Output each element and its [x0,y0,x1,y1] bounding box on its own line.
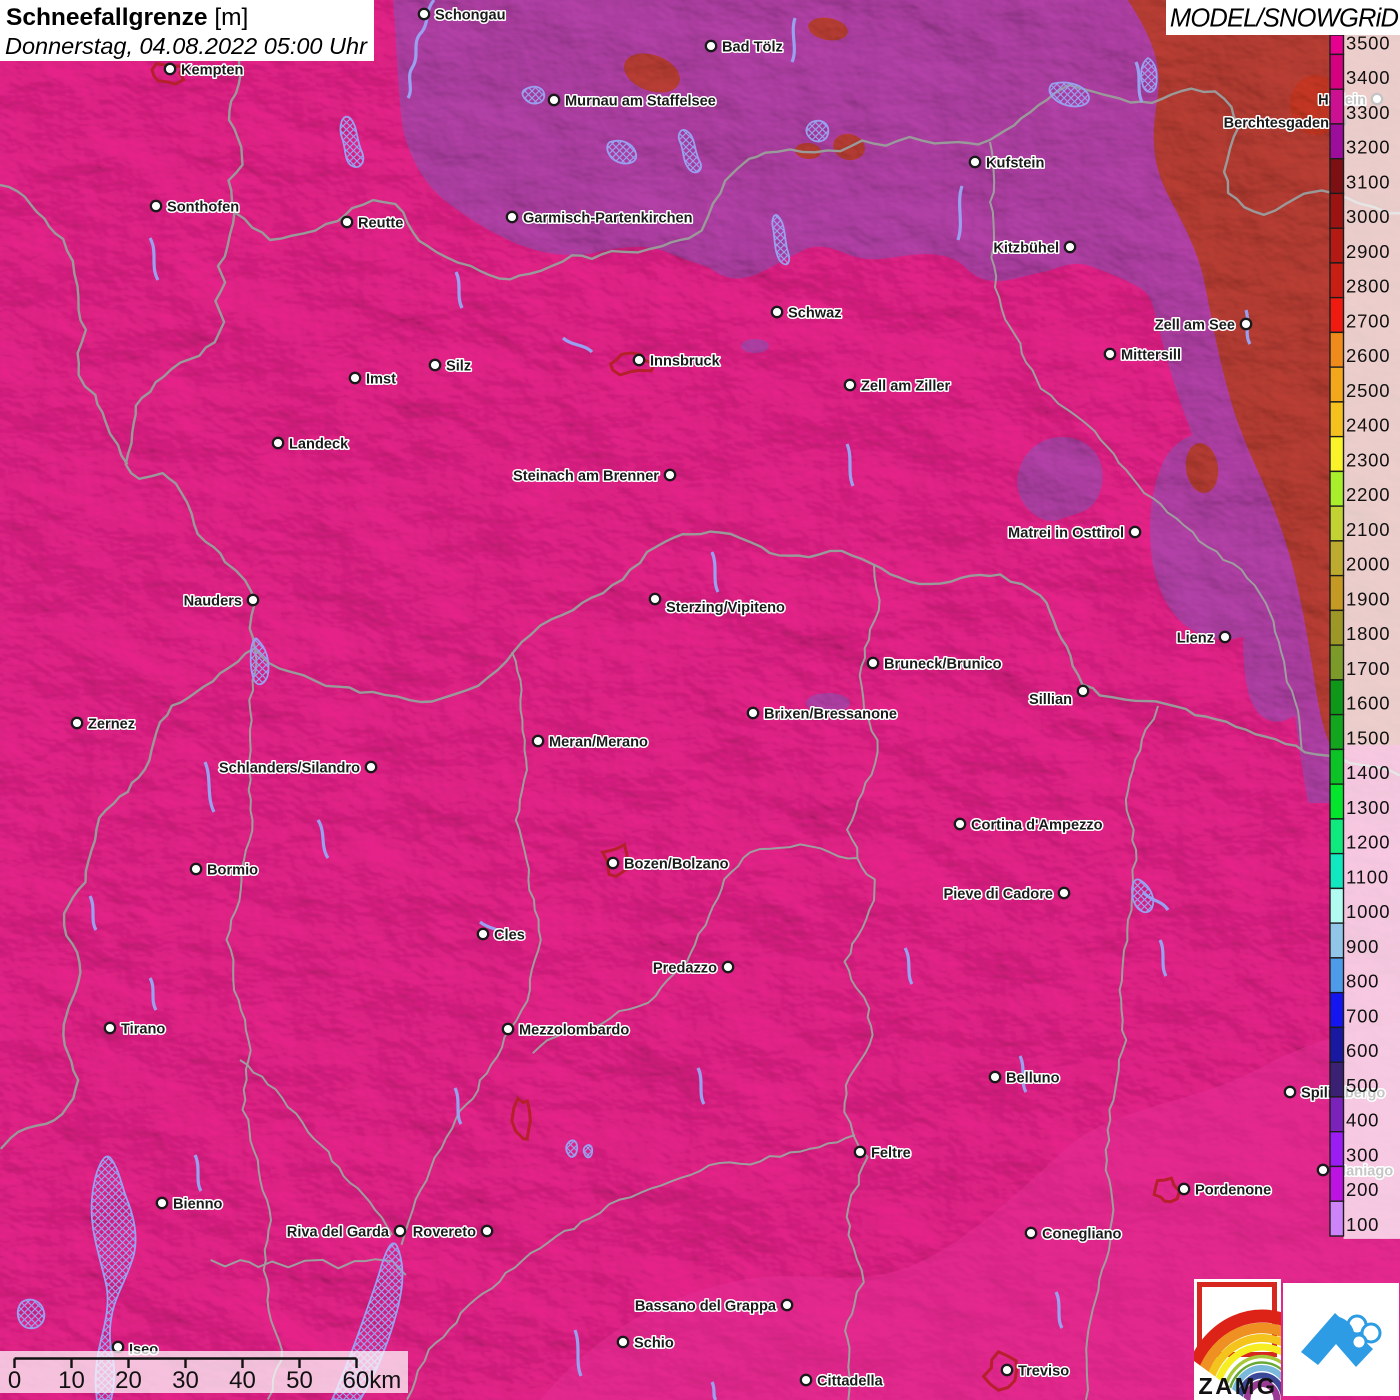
svg-text:1400: 1400 [1346,762,1390,783]
svg-text:Tirano: Tirano [121,1022,165,1038]
svg-text:Schongau: Schongau [435,8,506,24]
svg-text:Cortina d'Ampezzo: Cortina d'Ampezzo [971,818,1103,834]
svg-text:Schwaz: Schwaz [788,306,842,322]
svg-text:MODEL/SNOWGRiD: MODEL/SNOWGRiD [1170,5,1399,33]
svg-text:Bassano del Grappa: Bassano del Grappa [635,1299,777,1315]
svg-text:Zell am See: Zell am See [1155,318,1235,334]
svg-text:Riva del Garda: Riva del Garda [287,1225,390,1241]
svg-text:Kufstein: Kufstein [986,156,1044,172]
svg-text:2900: 2900 [1346,241,1390,262]
svg-text:Meran/Merano: Meran/Merano [549,735,648,751]
svg-text:1100: 1100 [1346,866,1389,887]
svg-text:1700: 1700 [1346,658,1390,679]
svg-text:Pordenone: Pordenone [1195,1183,1271,1199]
svg-text:900: 900 [1346,936,1379,957]
svg-text:Imst: Imst [366,372,396,388]
svg-text:Kempten: Kempten [181,63,244,79]
svg-text:1600: 1600 [1346,693,1390,714]
svg-text:3500: 3500 [1346,32,1390,53]
svg-text:Cittadella: Cittadella [817,1374,884,1390]
svg-text:Steinach am Brenner: Steinach am Brenner [513,469,659,485]
svg-text:1500: 1500 [1346,727,1390,748]
svg-text:Belluno: Belluno [1006,1071,1060,1087]
svg-text:1200: 1200 [1346,832,1390,853]
svg-text:Predazzo: Predazzo [653,961,717,977]
svg-text:Brixen/Bressanone: Brixen/Bressanone [764,707,897,723]
svg-text:Schlanders/Silandro: Schlanders/Silandro [219,761,360,777]
svg-text:20: 20 [115,1367,142,1394]
svg-text:Sillian: Sillian [1029,692,1072,708]
svg-text:3200: 3200 [1346,137,1390,158]
svg-text:Kitzbühel: Kitzbühel [993,241,1059,257]
svg-text:3400: 3400 [1346,67,1390,88]
svg-text:Berchtesgaden: Berchtesgaden [1224,116,1330,132]
svg-text:3000: 3000 [1346,206,1390,227]
svg-text:Garmisch-Partenkirchen: Garmisch-Partenkirchen [523,211,693,227]
svg-text:Mezzolombardo: Mezzolombardo [519,1023,629,1039]
svg-text:400: 400 [1346,1110,1379,1131]
svg-text:Pieve di Cadore: Pieve di Cadore [944,887,1054,903]
svg-text:50: 50 [286,1367,313,1394]
svg-text:Mittersill: Mittersill [1121,348,1181,364]
svg-text:2500: 2500 [1346,380,1390,401]
svg-text:Bad Tölz: Bad Tölz [722,40,783,56]
svg-text:10: 10 [58,1367,85,1394]
svg-text:700: 700 [1346,1005,1379,1026]
svg-text:30: 30 [172,1367,199,1394]
svg-text:ZAMG: ZAMG [1198,1373,1277,1399]
svg-text:Rovereto: Rovereto [413,1225,476,1241]
svg-text:200: 200 [1346,1179,1379,1200]
svg-text:600: 600 [1346,1040,1379,1061]
svg-text:2700: 2700 [1346,310,1390,331]
svg-text:2300: 2300 [1346,449,1390,470]
svg-text:Treviso: Treviso [1018,1364,1069,1380]
svg-text:100: 100 [1346,1214,1379,1235]
svg-text:Nauders: Nauders [184,594,242,610]
svg-text:Zell am Ziller: Zell am Ziller [861,379,951,395]
svg-text:3300: 3300 [1346,102,1390,123]
svg-text:1000: 1000 [1346,901,1390,922]
svg-text:Bormio: Bormio [207,863,258,879]
svg-text:40: 40 [229,1367,256,1394]
svg-text:Sonthofen: Sonthofen [167,200,239,216]
svg-text:300: 300 [1346,1144,1379,1165]
svg-text:Bozen/Bolzano: Bozen/Bolzano [624,857,729,873]
svg-text:2800: 2800 [1346,276,1390,297]
svg-text:Murnau am Staffelsee: Murnau am Staffelsee [565,94,716,110]
svg-text:2100: 2100 [1346,519,1390,540]
svg-text:2000: 2000 [1346,554,1390,575]
svg-text:3100: 3100 [1346,171,1390,192]
svg-text:Bienno: Bienno [173,1197,223,1213]
svg-text:Schneefallgrenze [m]: Schneefallgrenze [m] [6,4,248,31]
svg-text:Schio: Schio [634,1336,674,1352]
svg-text:500: 500 [1346,1075,1379,1096]
svg-text:800: 800 [1346,971,1379,992]
svg-text:1300: 1300 [1346,797,1390,818]
svg-text:Bruneck/Brunico: Bruneck/Brunico [884,657,1002,673]
svg-text:Conegliano: Conegliano [1042,1227,1122,1243]
svg-text:2600: 2600 [1346,345,1390,366]
svg-text:Landeck: Landeck [289,437,349,453]
svg-text:Silz: Silz [446,359,471,375]
svg-text:Sterzing/Vipiteno: Sterzing/Vipiteno [666,600,785,616]
svg-text:2400: 2400 [1346,415,1390,436]
svg-text:Donnerstag, 04.08.2022 05:00 U: Donnerstag, 04.08.2022 05:00 Uhr [5,33,368,59]
svg-text:1800: 1800 [1346,623,1390,644]
svg-text:Reutte: Reutte [358,216,403,232]
svg-text:0: 0 [8,1367,21,1394]
svg-text:2200: 2200 [1346,484,1390,505]
svg-text:Innsbruck: Innsbruck [650,354,721,370]
svg-text:1900: 1900 [1346,588,1390,609]
svg-text:Cles: Cles [494,928,525,944]
svg-text:Lienz: Lienz [1177,631,1214,647]
svg-text:Feltre: Feltre [871,1146,911,1162]
svg-text:60km: 60km [343,1367,402,1394]
svg-text:Zernez: Zernez [88,717,135,733]
svg-text:Matrei in Osttirol: Matrei in Osttirol [1008,526,1124,542]
